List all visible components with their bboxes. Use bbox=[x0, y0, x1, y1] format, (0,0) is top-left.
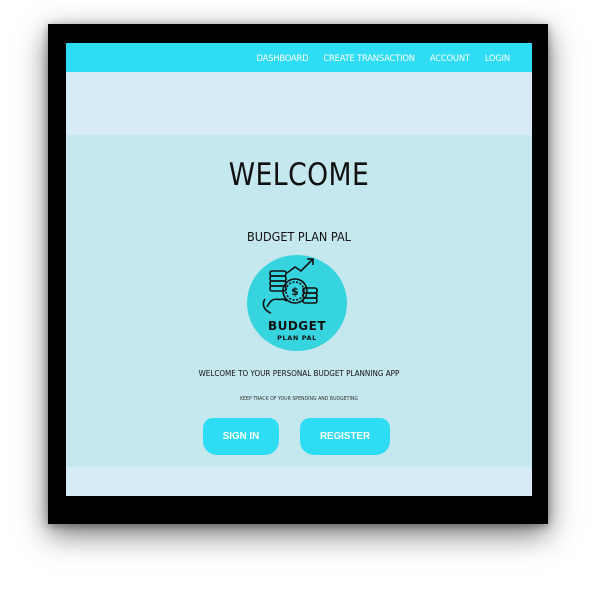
logo-text-plan-pal: PLAN PAL bbox=[277, 334, 317, 342]
nav-account[interactable]: ACCOUNT bbox=[430, 53, 470, 63]
top-navbar: DASHBOARD CREATE TRANSACTION ACCOUNT LOG… bbox=[66, 43, 532, 72]
nav-dashboard[interactable]: DASHBOARD bbox=[256, 53, 308, 63]
page-title: WELCOME bbox=[228, 157, 370, 193]
welcome-subtagline: KEEP TRACK OF YOUR SPENDING AND BUDGETIN… bbox=[239, 396, 359, 402]
register-button[interactable]: REGISTER bbox=[300, 418, 390, 455]
svg-text:$: $ bbox=[291, 285, 299, 298]
app-window: DASHBOARD CREATE TRANSACTION ACCOUNT LOG… bbox=[66, 43, 532, 496]
nav-login[interactable]: LOGIN bbox=[485, 53, 510, 63]
nav-create-transaction[interactable]: CREATE TRANSACTION bbox=[323, 53, 415, 63]
welcome-hero: WELCOME BUDGET PLAN PAL $ BUDGET PLAN PA… bbox=[66, 135, 532, 467]
welcome-tagline: WELCOME TO YOUR PERSONAL BUDGET PLANNING… bbox=[198, 368, 400, 378]
app-logo: $ BUDGET PLAN PAL bbox=[247, 255, 347, 351]
sign-in-button[interactable]: SIGN IN bbox=[203, 418, 279, 455]
logo-text-budget: BUDGET bbox=[267, 319, 327, 333]
app-name: BUDGET PLAN PAL bbox=[247, 229, 351, 244]
